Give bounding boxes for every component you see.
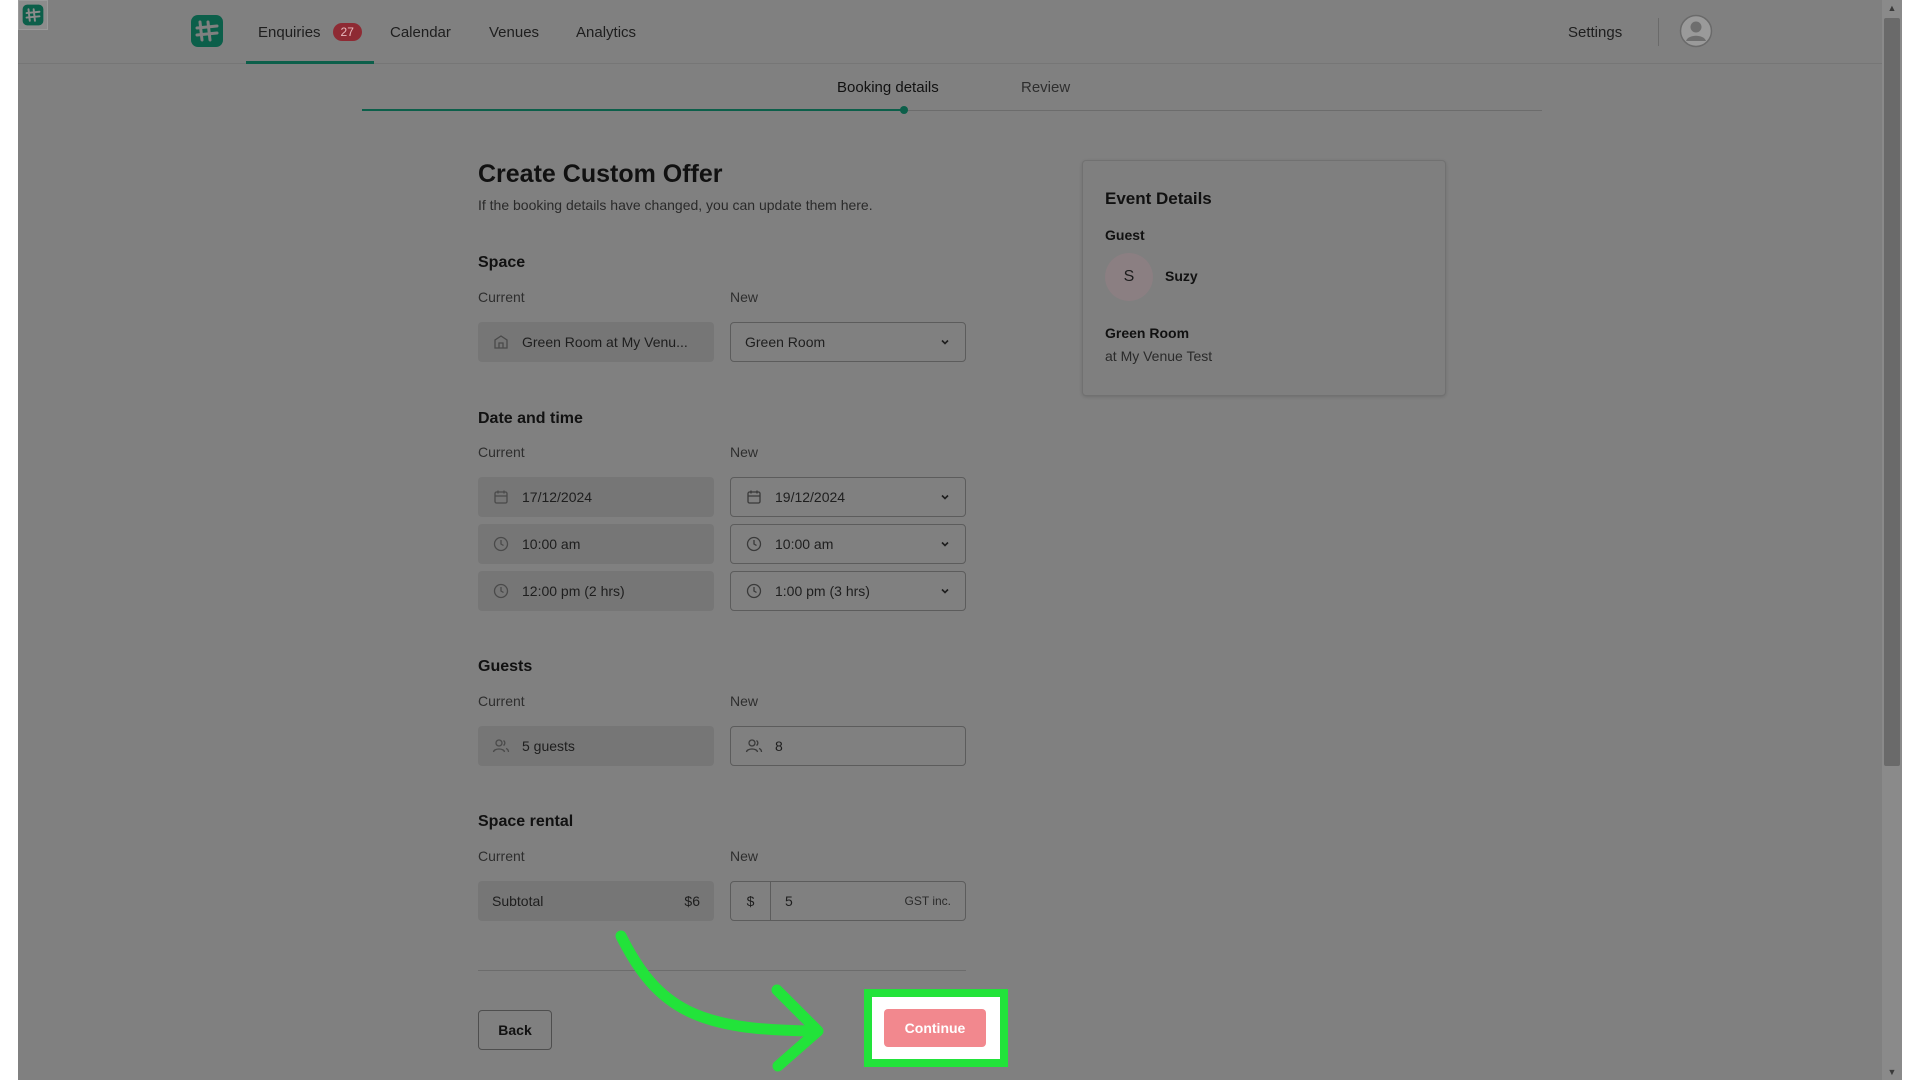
arrow-annotation-icon — [615, 930, 824, 1072]
screenshot-frame: Enquiries 27 Calendar Venues Analytics S… — [0, 0, 1920, 1080]
scroll-up-icon[interactable]: ▲ — [1882, 0, 1902, 16]
vertical-scrollbar[interactable]: ▲ ▼ — [1882, 0, 1902, 1080]
app-window: Enquiries 27 Calendar Venues Analytics S… — [18, 0, 1882, 1080]
corner-logo-icon — [18, 0, 48, 30]
scroll-down-icon[interactable]: ▼ — [1882, 1064, 1902, 1080]
continue-highlight-box: Continue — [864, 989, 1008, 1067]
continue-button[interactable]: Continue — [884, 1009, 986, 1047]
scrollbar-thumb[interactable] — [1884, 18, 1900, 766]
